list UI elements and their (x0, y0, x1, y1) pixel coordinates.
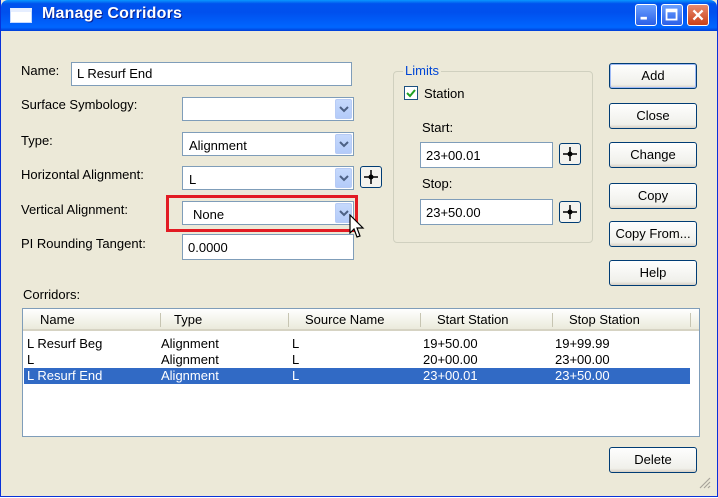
stop-station-pick-button[interactable] (559, 201, 581, 223)
title-bar[interactable]: Manage Corridors (1, 0, 717, 31)
start-station-input[interactable]: 23+00.01 (420, 142, 553, 168)
minimize-button[interactable] (635, 4, 657, 26)
dropdown-button[interactable] (335, 99, 352, 119)
list-header: Name Type Source Name Start Station Stop… (23, 309, 699, 331)
cell-name: L Resurf Beg (27, 336, 103, 351)
surface-symbology-select[interactable] (182, 97, 354, 121)
maximize-button[interactable] (661, 4, 683, 26)
checkmark-icon (406, 89, 416, 98)
manage-corridors-window: Manage Corridors Name: L Resurf End Surf… (0, 0, 718, 497)
maximize-icon (665, 8, 678, 21)
stop-label: Stop: (422, 176, 453, 191)
type-value: Alignment (189, 138, 247, 153)
name-label: Name: (21, 63, 60, 78)
table-row-selected[interactable]: L Resurf End Alignment L 23+00.01 23+50.… (24, 368, 690, 384)
column-header-type[interactable]: Type (174, 312, 202, 327)
cell-type: Alignment (161, 368, 219, 383)
column-divider[interactable] (552, 313, 553, 327)
vertical-alignment-label: Vertical Alignment: (21, 202, 128, 217)
crosshair-icon (364, 170, 378, 184)
column-header-start-station[interactable]: Start Station (437, 312, 509, 327)
horizontal-alignment-label: Horizontal Alignment: (21, 167, 144, 182)
pi-rounding-tangent-label: PI Rounding Tangent: (21, 236, 146, 251)
cell-stop-station: 19+99.99 (555, 336, 610, 351)
column-divider[interactable] (420, 313, 421, 327)
name-input[interactable]: L Resurf End (71, 62, 352, 86)
column-header-name[interactable]: Name (40, 312, 75, 327)
column-header-source-name[interactable]: Source Name (305, 312, 384, 327)
cell-stop-station: 23+00.00 (555, 352, 610, 367)
chevron-down-icon (339, 141, 349, 148)
horizontal-alignment-value: L (189, 172, 197, 187)
corridors-label: Corridors: (23, 287, 81, 302)
close-icon (692, 9, 704, 21)
table-row[interactable]: L Alignment L 20+00.00 23+00.00 (24, 352, 690, 368)
cell-source-name: L (292, 336, 300, 351)
cell-name: L (27, 352, 35, 367)
crosshair-icon (563, 147, 577, 161)
column-header-stop-station[interactable]: Stop Station (569, 312, 640, 327)
type-select[interactable]: Alignment (182, 132, 354, 156)
chevron-down-icon (339, 106, 349, 113)
cell-start-station: 19+50.00 (423, 336, 478, 351)
dropdown-button[interactable] (335, 168, 352, 188)
cell-start-station: 23+00.01 (423, 368, 478, 383)
cell-source-name: L (292, 352, 300, 367)
station-checkbox-label: Station (424, 86, 465, 101)
surface-symbology-label: Surface Symbology: (21, 97, 138, 112)
table-row[interactable]: L Resurf Beg Alignment L 19+50.00 19+99.… (24, 336, 690, 352)
delete-button[interactable]: Delete (609, 447, 697, 473)
start-station-pick-button[interactable] (559, 143, 581, 165)
add-button[interactable]: Add (609, 63, 697, 89)
change-button[interactable]: Change (609, 142, 697, 168)
start-label: Start: (422, 120, 454, 135)
dropdown-button[interactable] (335, 134, 352, 154)
station-checkbox[interactable] (404, 86, 418, 100)
copy-button[interactable]: Copy (609, 183, 697, 209)
window-title: Manage Corridors (42, 5, 183, 22)
crosshair-icon (563, 205, 577, 219)
type-label: Type: (21, 133, 53, 148)
cell-name: L Resurf End (27, 368, 103, 383)
column-divider[interactable] (690, 313, 691, 327)
horizontal-alignment-select[interactable]: L (182, 166, 354, 190)
close-window-button[interactable] (687, 4, 709, 26)
resize-grip-icon[interactable] (697, 475, 711, 489)
cell-type: Alignment (161, 336, 219, 351)
minimize-icon (640, 16, 647, 20)
column-divider[interactable] (288, 313, 289, 327)
cell-start-station: 20+00.00 (423, 352, 478, 367)
highlight-box (166, 195, 358, 232)
horizontal-alignment-pick-button[interactable] (360, 166, 382, 188)
close-button[interactable]: Close (609, 103, 697, 129)
copy-from-button[interactable]: Copy From... (609, 221, 697, 247)
help-button[interactable]: Help (609, 260, 697, 286)
pi-rounding-tangent-input[interactable]: 0.0000 (182, 234, 354, 260)
limits-group-label: Limits (403, 63, 441, 78)
chevron-down-icon (339, 175, 349, 182)
cell-source-name: L (292, 368, 300, 383)
stop-station-input[interactable]: 23+50.00 (420, 199, 553, 225)
cell-type: Alignment (161, 352, 219, 367)
cell-stop-station: 23+50.00 (555, 368, 610, 383)
dialog-body: Name: L Resurf End Surface Symbology: Ty… (4, 31, 714, 493)
column-divider[interactable] (160, 313, 161, 327)
corridors-list[interactable]: Name Type Source Name Start Station Stop… (22, 308, 700, 437)
window-icon (10, 8, 32, 23)
